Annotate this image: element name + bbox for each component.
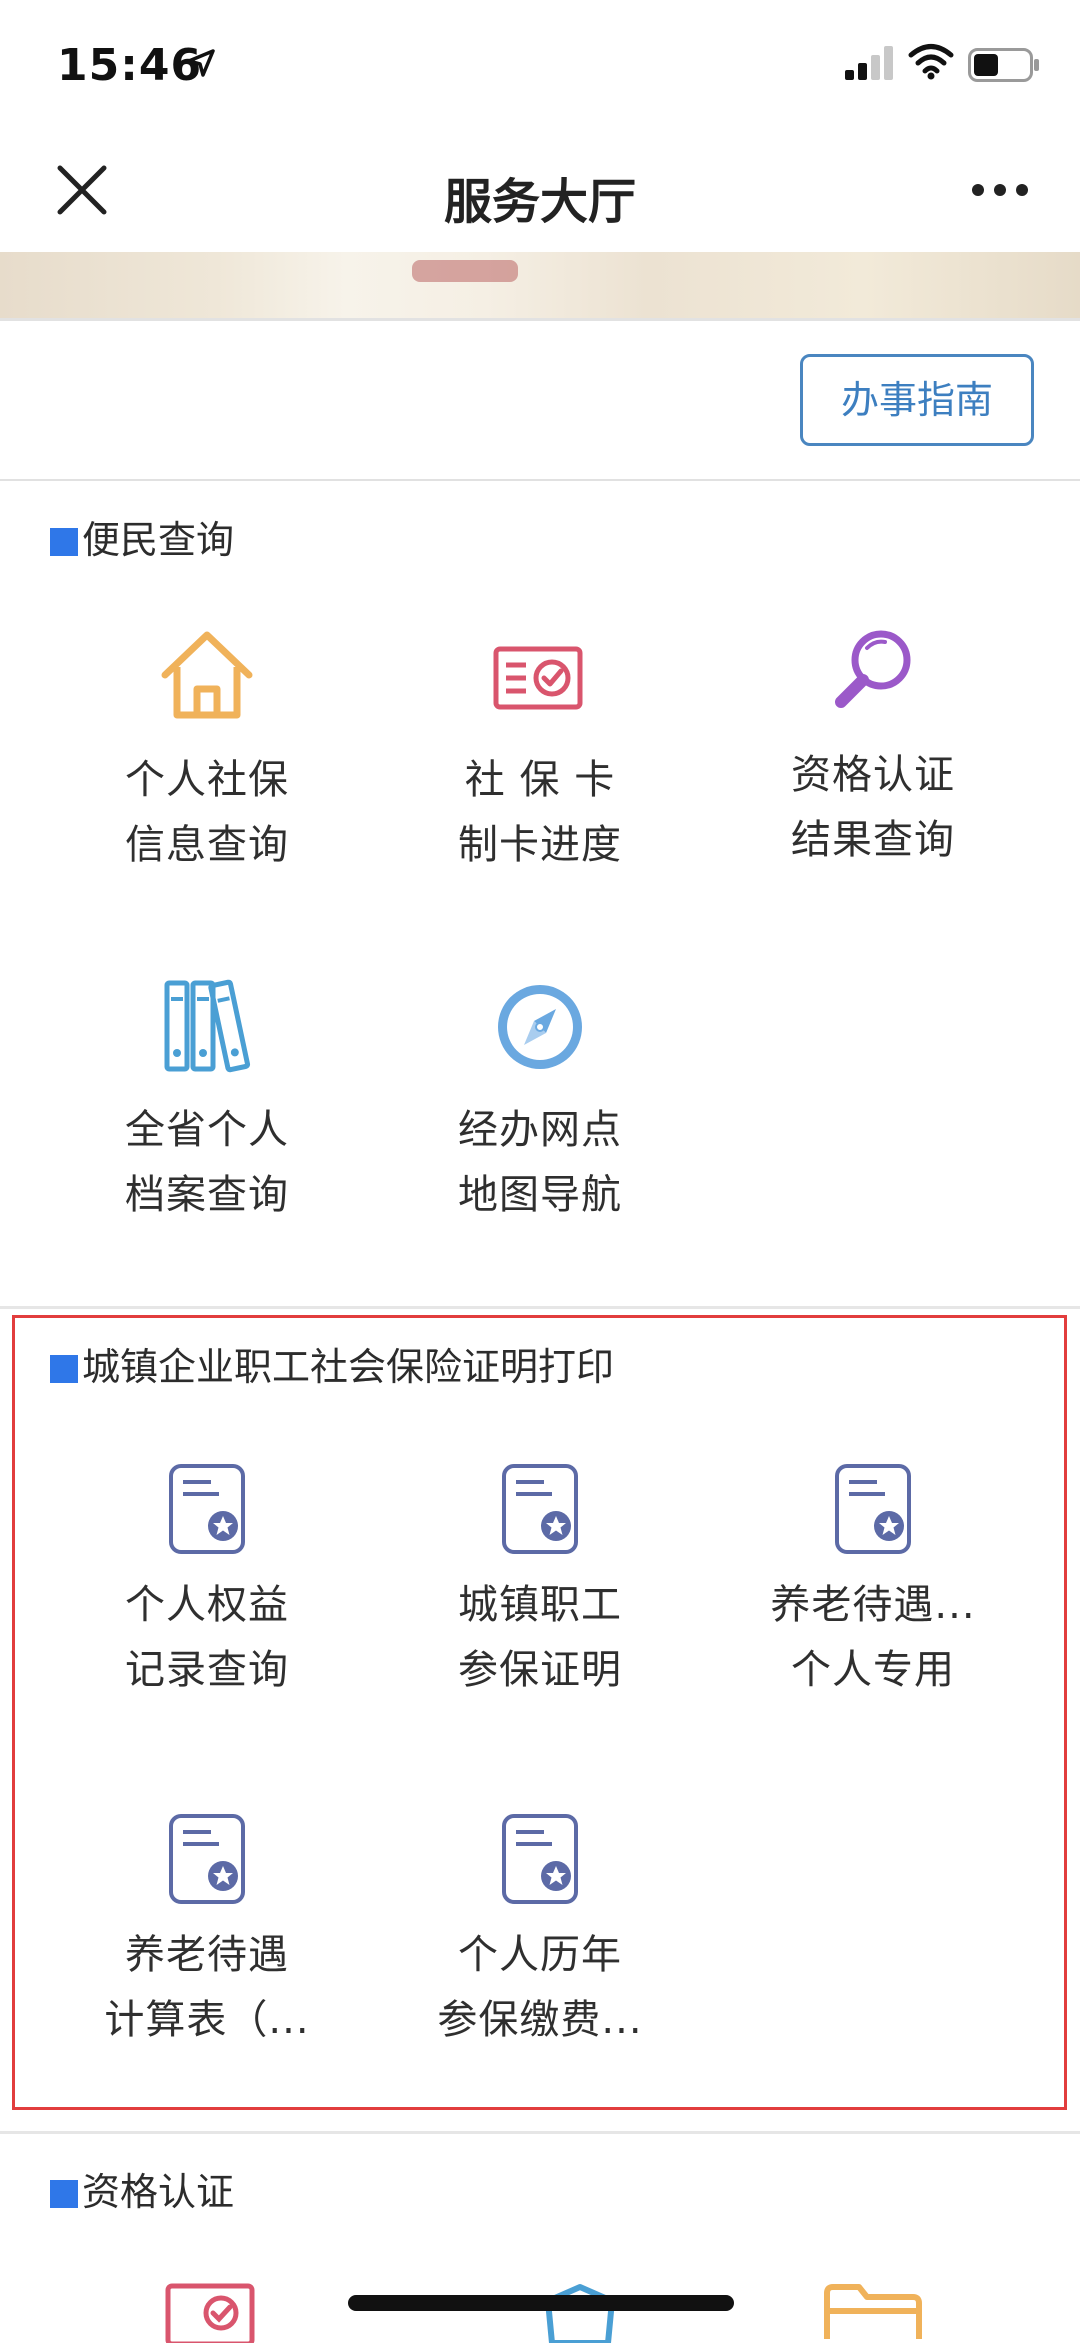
status-time: 15:46 bbox=[57, 40, 203, 91]
guide-button[interactable]: 办事指南 bbox=[800, 354, 1034, 446]
house-icon bbox=[42, 625, 372, 735]
section-title-certificate-print: 城镇企业职工社会保险证明打印 bbox=[50, 1343, 614, 1391]
tile-card-progress[interactable]: 社 保 卡 制卡进度 bbox=[375, 625, 705, 875]
tile-urban-insurance-proof[interactable]: 城镇职工 参保证明 bbox=[375, 1460, 705, 1710]
certificate-icon bbox=[42, 1810, 372, 1920]
cellular-signal-icon bbox=[845, 46, 893, 80]
tile-personal-insurance-info[interactable]: 个人社保 信息查询 bbox=[42, 625, 372, 875]
card-check-icon[interactable] bbox=[165, 2283, 255, 2343]
section-title-qualification: 资格认证 bbox=[50, 2168, 234, 2216]
page-title: 服务大厅 bbox=[443, 174, 636, 230]
tile-pension-calculation[interactable]: 养老待遇 计算表（... bbox=[42, 1810, 372, 2060]
shield-icon[interactable] bbox=[540, 2283, 620, 2343]
banner-decoration bbox=[412, 260, 518, 282]
nav-bar: 服务大厅 bbox=[0, 130, 1080, 252]
battery-icon bbox=[968, 48, 1039, 82]
certificate-icon bbox=[42, 1460, 372, 1570]
section-marker bbox=[50, 528, 78, 556]
more-icon[interactable] bbox=[970, 182, 1030, 198]
tile-service-map[interactable]: 经办网点 地图导航 bbox=[375, 975, 705, 1225]
tile-qualification-result[interactable]: 资格认证 结果查询 bbox=[708, 620, 1038, 870]
tile-province-archive[interactable]: 全省个人 档案查询 bbox=[42, 975, 372, 1225]
compass-icon bbox=[375, 975, 705, 1085]
status-bar: 15:46 bbox=[0, 0, 1080, 130]
binders-icon bbox=[42, 975, 372, 1085]
section-marker bbox=[50, 2180, 78, 2208]
home-indicator[interactable] bbox=[348, 2295, 734, 2311]
tile-rights-record[interactable]: 个人权益 记录查询 bbox=[42, 1460, 372, 1710]
wifi-icon bbox=[908, 44, 954, 80]
card-check-icon bbox=[375, 625, 705, 735]
tile-yearly-payment[interactable]: 个人历年 参保缴费... bbox=[375, 1810, 705, 2060]
certificate-icon bbox=[375, 1810, 705, 1920]
folder-icon[interactable] bbox=[823, 2283, 923, 2343]
banner-image bbox=[0, 252, 1080, 321]
guide-row: 办事指南 bbox=[0, 321, 1080, 481]
certificate-icon bbox=[375, 1460, 705, 1570]
section-divider bbox=[0, 1306, 1080, 1309]
magnifier-icon bbox=[708, 620, 1038, 730]
section-marker bbox=[50, 1355, 78, 1383]
section-divider bbox=[0, 2131, 1080, 2134]
location-arrow-icon bbox=[187, 49, 215, 77]
section-title-convenience: 便民查询 bbox=[50, 516, 234, 564]
tile-pension-personal[interactable]: 养老待遇... 个人专用 bbox=[708, 1460, 1038, 1710]
certificate-icon bbox=[708, 1460, 1038, 1570]
